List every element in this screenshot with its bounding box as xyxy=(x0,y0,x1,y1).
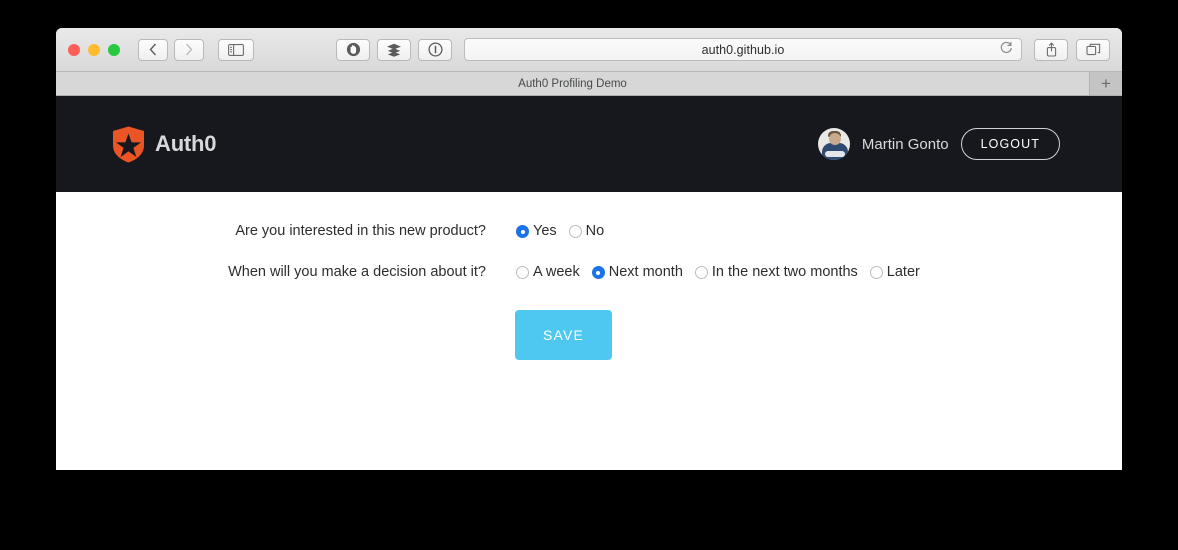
browser-window: auth0.github.io Auth0 Profiling Demo + A… xyxy=(56,28,1122,470)
logout-button[interactable]: LOGOUT xyxy=(960,127,1060,161)
circled-one-icon xyxy=(427,42,443,57)
chevron-left-icon xyxy=(149,43,157,56)
site-header: Auth0 Martin Gonto LOGOUT xyxy=(56,96,1122,192)
toolbar-right-buttons xyxy=(1034,38,1110,61)
radio-option-later[interactable]: Later xyxy=(869,259,920,286)
radio-option-two-months[interactable]: In the next two months xyxy=(694,259,858,286)
radio-option-no[interactable]: No xyxy=(568,218,605,245)
reload-icon xyxy=(1000,41,1012,53)
back-button[interactable] xyxy=(138,38,168,61)
radio-later-label: Later xyxy=(886,264,920,280)
radio-a-week-label: A week xyxy=(533,264,580,280)
question-options-interest: Yes No xyxy=(486,218,604,245)
sidebar-icon xyxy=(228,43,244,56)
adblock-extension-button[interactable] xyxy=(336,38,370,61)
hand-shield-icon xyxy=(346,42,360,57)
radio-two-months-indicator[interactable] xyxy=(694,266,708,279)
maximize-window-button[interactable] xyxy=(108,43,120,56)
window-controls xyxy=(68,43,120,56)
question-label-interest: Are you interested in this new product? xyxy=(235,223,486,239)
new-tab-button[interactable]: + xyxy=(1090,72,1122,95)
radio-option-yes[interactable]: Yes xyxy=(516,218,557,245)
radio-two-months-label: In the next two months xyxy=(711,264,858,280)
chevron-right-icon xyxy=(185,43,193,56)
radio-no-indicator[interactable] xyxy=(568,225,582,238)
question-options-decision: A week Next month In the next two months… xyxy=(486,259,920,286)
close-window-button[interactable] xyxy=(68,43,80,56)
url-text: auth0.github.io xyxy=(701,42,785,57)
avatar-arms xyxy=(824,151,845,157)
radio-no-label: No xyxy=(585,223,605,239)
browser-toolbar: auth0.github.io xyxy=(56,28,1122,72)
radio-yes-label: Yes xyxy=(533,223,557,239)
survey-form: Are you interested in this new product? … xyxy=(56,192,1122,470)
radio-later-indicator[interactable] xyxy=(869,266,883,279)
navigation-buttons xyxy=(138,38,204,61)
plus-icon: + xyxy=(1101,74,1111,93)
extension-buttons xyxy=(336,38,452,61)
tab-title: Auth0 Profiling Demo xyxy=(518,77,627,90)
layers-extension-button[interactable] xyxy=(377,38,411,61)
save-row: SAVE xyxy=(56,310,1122,360)
layers-icon xyxy=(387,43,401,57)
tab-auth0-profiling-demo[interactable]: Auth0 Profiling Demo xyxy=(56,72,1090,95)
avatar[interactable] xyxy=(817,128,850,160)
share-icon xyxy=(1046,42,1056,57)
question-label-decision: When will you make a decision about it? xyxy=(228,264,486,280)
question-row-decision: When will you make a decision about it? … xyxy=(56,259,1122,286)
user-area: Martin Gonto LOGOUT xyxy=(817,127,1060,161)
reload-button[interactable] xyxy=(1000,41,1013,59)
radio-next-month-label: Next month xyxy=(608,264,683,280)
radio-next-month-indicator[interactable] xyxy=(591,266,605,279)
minimize-window-button[interactable] xyxy=(88,43,100,56)
password-manager-extension-button[interactable] xyxy=(418,38,452,61)
forward-button[interactable] xyxy=(174,38,204,61)
show-all-tabs-button[interactable] xyxy=(1076,38,1110,61)
avatar-head xyxy=(828,133,841,145)
brand-name: Auth0 xyxy=(155,131,217,156)
save-button[interactable]: SAVE xyxy=(515,310,612,360)
tabs-overview-icon xyxy=(1085,43,1100,55)
radio-a-week-indicator[interactable] xyxy=(516,266,529,279)
sidebar-toggle-button[interactable] xyxy=(218,38,254,61)
user-name: Martin Gonto xyxy=(861,135,949,153)
brand-logo[interactable]: Auth0 xyxy=(112,126,217,163)
share-button[interactable] xyxy=(1034,38,1068,61)
radio-option-a-week[interactable]: A week xyxy=(516,259,580,286)
tab-bar: Auth0 Profiling Demo + xyxy=(56,72,1122,96)
auth0-logo-icon xyxy=(113,126,144,162)
address-bar[interactable]: auth0.github.io xyxy=(464,38,1022,61)
question-row-interest: Are you interested in this new product? … xyxy=(56,218,1122,245)
radio-yes-indicator[interactable] xyxy=(516,225,529,238)
radio-option-next-month[interactable]: Next month xyxy=(591,259,683,286)
